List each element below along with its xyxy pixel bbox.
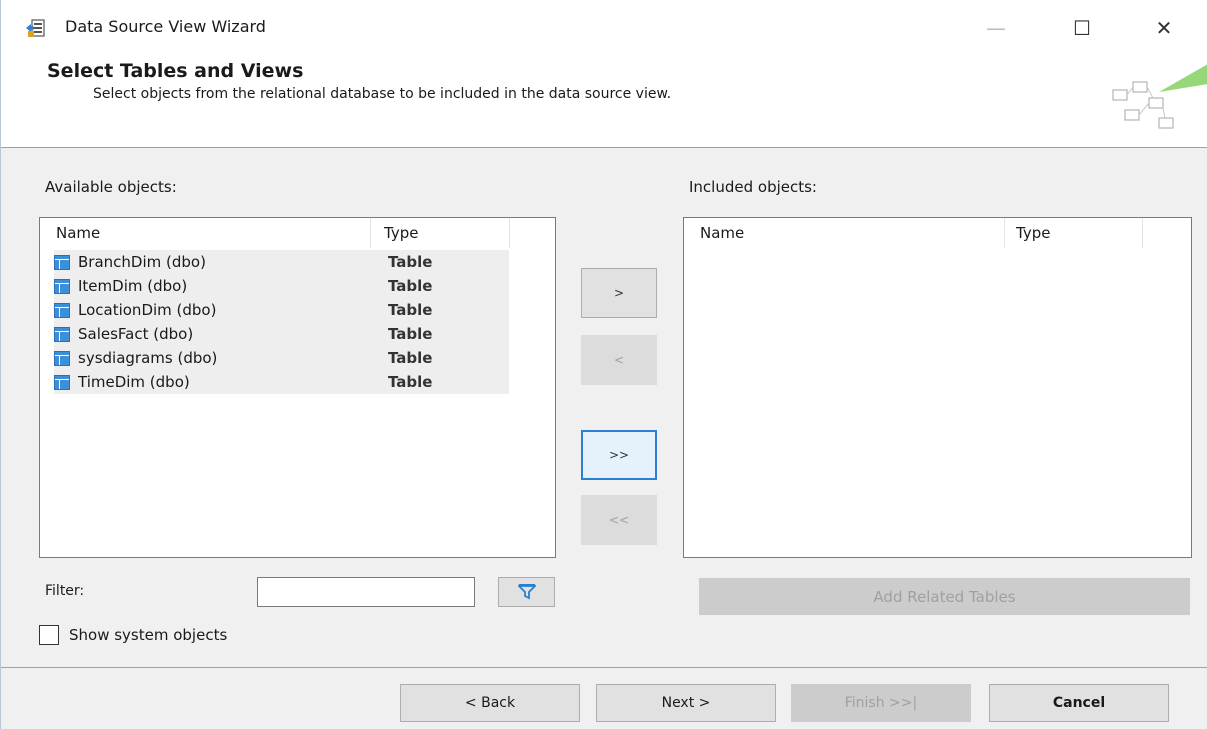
minimize-button[interactable]: — — [973, 10, 1019, 46]
wizard-footer: < Back Next > Finish >>| Cancel — [1, 668, 1207, 729]
list-item[interactable]: SalesFact (dbo) Table — [54, 322, 509, 346]
included-objects-list[interactable]: Name Type — [683, 217, 1192, 558]
column-divider[interactable] — [509, 218, 510, 248]
object-name: SalesFact (dbo) — [78, 325, 194, 343]
column-divider[interactable] — [370, 218, 371, 248]
wizard-header: Select Tables and Views Select objects f… — [1, 56, 1207, 148]
add-related-tables-button[interactable]: Add Related Tables — [699, 578, 1190, 615]
included-objects-label: Included objects: — [689, 178, 817, 196]
close-button[interactable]: ✕ — [1141, 10, 1187, 46]
list-item[interactable]: BranchDim (dbo) Table — [54, 250, 509, 274]
table-icon — [54, 278, 70, 294]
available-objects-label: Available objects: — [45, 178, 177, 196]
list-item[interactable]: ItemDim (dbo) Table — [54, 274, 509, 298]
table-icon — [54, 350, 70, 366]
table-icon — [54, 326, 70, 342]
table-icon — [54, 302, 70, 318]
title-bar: Data Source View Wizard — ☐ ✕ — [1, 0, 1207, 56]
wizard-banner-graphic — [1112, 64, 1207, 129]
object-type: Table — [388, 373, 433, 391]
column-divider[interactable] — [1004, 218, 1005, 248]
add-all-button[interactable]: >> — [581, 430, 657, 480]
column-header-name[interactable]: Name — [56, 224, 100, 242]
apply-filter-button[interactable] — [498, 577, 555, 607]
table-icon — [54, 254, 70, 270]
wizard-window: Data Source View Wizard — ☐ ✕ Select Tab… — [0, 0, 1207, 729]
page-subtitle: Select objects from the relational datab… — [93, 86, 672, 102]
show-system-objects-option[interactable]: Show system objects — [39, 625, 227, 645]
object-type: Table — [388, 253, 433, 271]
object-name: BranchDim (dbo) — [78, 253, 206, 271]
object-type: Table — [388, 277, 433, 295]
finish-button[interactable]: Finish >>| — [791, 684, 971, 722]
object-name: ItemDim (dbo) — [78, 277, 188, 295]
object-name: TimeDim (dbo) — [78, 373, 190, 391]
object-type: Table — [388, 325, 433, 343]
available-objects-list[interactable]: Name Type BranchDim (dbo) Table ItemDim … — [39, 217, 556, 558]
column-header-type[interactable]: Type — [1016, 224, 1050, 242]
show-system-objects-label[interactable]: Show system objects — [69, 626, 227, 644]
remove-all-button[interactable]: << — [581, 495, 657, 545]
table-icon — [54, 374, 70, 390]
next-button[interactable]: Next > — [596, 684, 776, 722]
column-header-type[interactable]: Type — [384, 224, 418, 242]
funnel-icon — [517, 584, 536, 600]
available-rows: BranchDim (dbo) Table ItemDim (dbo) Tabl… — [54, 250, 509, 394]
list-item[interactable]: sysdiagrams (dbo) Table — [54, 346, 509, 370]
add-selected-button[interactable]: > — [581, 268, 657, 318]
back-button[interactable]: < Back — [400, 684, 580, 722]
cancel-button[interactable]: Cancel — [989, 684, 1169, 722]
data-source-view-icon — [26, 19, 45, 37]
object-name: sysdiagrams (dbo) — [78, 349, 218, 367]
page-title: Select Tables and Views — [47, 60, 304, 82]
filter-input[interactable] — [257, 577, 475, 607]
show-system-objects-checkbox[interactable] — [39, 625, 59, 645]
object-type: Table — [388, 301, 433, 319]
list-item[interactable]: TimeDim (dbo) Table — [54, 370, 509, 394]
column-divider[interactable] — [1142, 218, 1143, 248]
filter-label: Filter: — [45, 583, 85, 599]
object-type: Table — [388, 349, 433, 367]
object-name: LocationDim (dbo) — [78, 301, 217, 319]
window-title: Data Source View Wizard — [65, 17, 266, 36]
remove-selected-button[interactable]: < — [581, 335, 657, 385]
column-header-name[interactable]: Name — [700, 224, 744, 242]
maximize-button[interactable]: ☐ — [1059, 10, 1105, 46]
list-item[interactable]: LocationDim (dbo) Table — [54, 298, 509, 322]
